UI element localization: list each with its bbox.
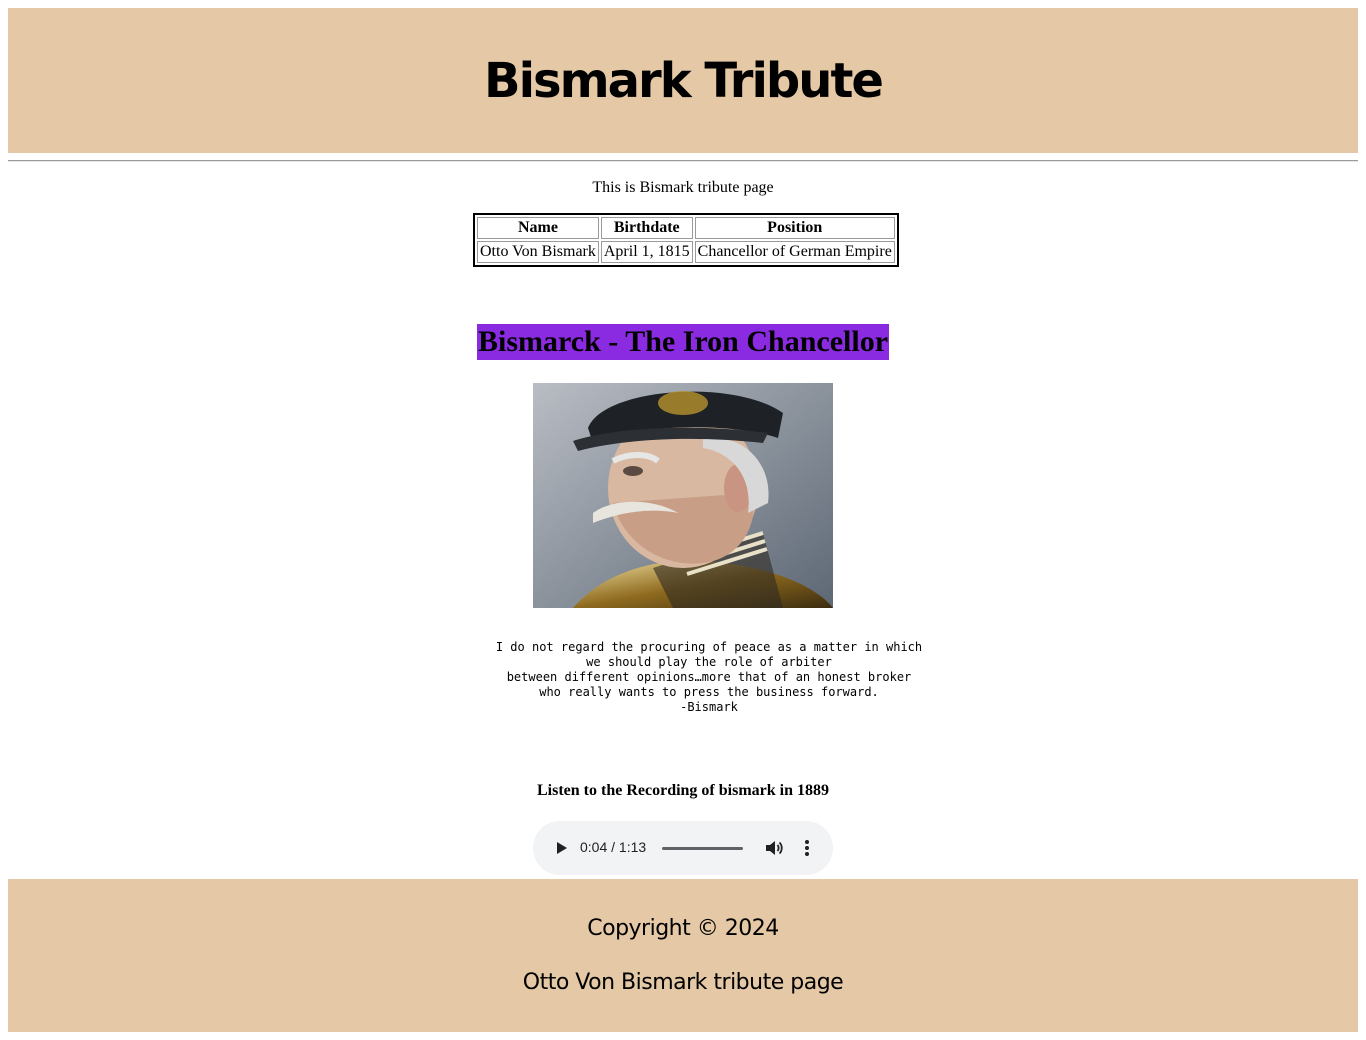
header-birthdate: Birthdate	[600, 217, 693, 239]
more-options-button[interactable]	[799, 838, 815, 858]
bismarck-quote: I do not regard the procuring of peace a…	[495, 640, 923, 714]
site-header: Bismark Tribute	[8, 8, 1358, 153]
info-table: Name Birthdate Position Otto Von Bismark…	[473, 213, 899, 267]
table-header-row: Name Birthdate Position	[477, 217, 895, 239]
volume-button[interactable]	[764, 838, 784, 858]
audio-heading: Listen to the Recording of bismark in 18…	[537, 782, 829, 799]
site-title: Bismark Tribute	[484, 52, 884, 109]
audio-player[interactable]: 0:04 / 1:13	[533, 821, 833, 875]
time-display: 0:04 / 1:13	[580, 839, 647, 855]
header-position: Position	[694, 217, 895, 239]
more-vert-icon	[805, 840, 809, 856]
volume-icon	[766, 841, 783, 855]
footer-caption: Otto Von Bismark tribute page	[522, 970, 844, 995]
seek-slider[interactable]	[662, 847, 743, 850]
portrait-illustration	[533, 383, 833, 608]
divider	[8, 160, 1358, 162]
play-button[interactable]	[553, 840, 569, 856]
cell-name: Otto Von Bismark	[477, 241, 599, 263]
subheading-container: Bismarck - The Iron Chancellor	[0, 324, 1366, 360]
table-row: Otto Von Bismark April 1, 1815 Chancello…	[477, 241, 895, 263]
play-icon	[557, 842, 567, 854]
cell-birthdate: April 1, 1815	[600, 241, 693, 263]
site-footer: Copyright © 2024 Otto Von Bismark tribut…	[8, 879, 1358, 1032]
cell-position: Chancellor of German Empire	[694, 241, 895, 263]
header-name: Name	[477, 217, 599, 239]
subheading: Bismarck - The Iron Chancellor	[476, 324, 890, 360]
intro-text: This is Bismark tribute page	[592, 179, 774, 196]
bismarck-portrait	[533, 383, 833, 608]
copyright-text: Copyright © 2024	[587, 916, 779, 941]
